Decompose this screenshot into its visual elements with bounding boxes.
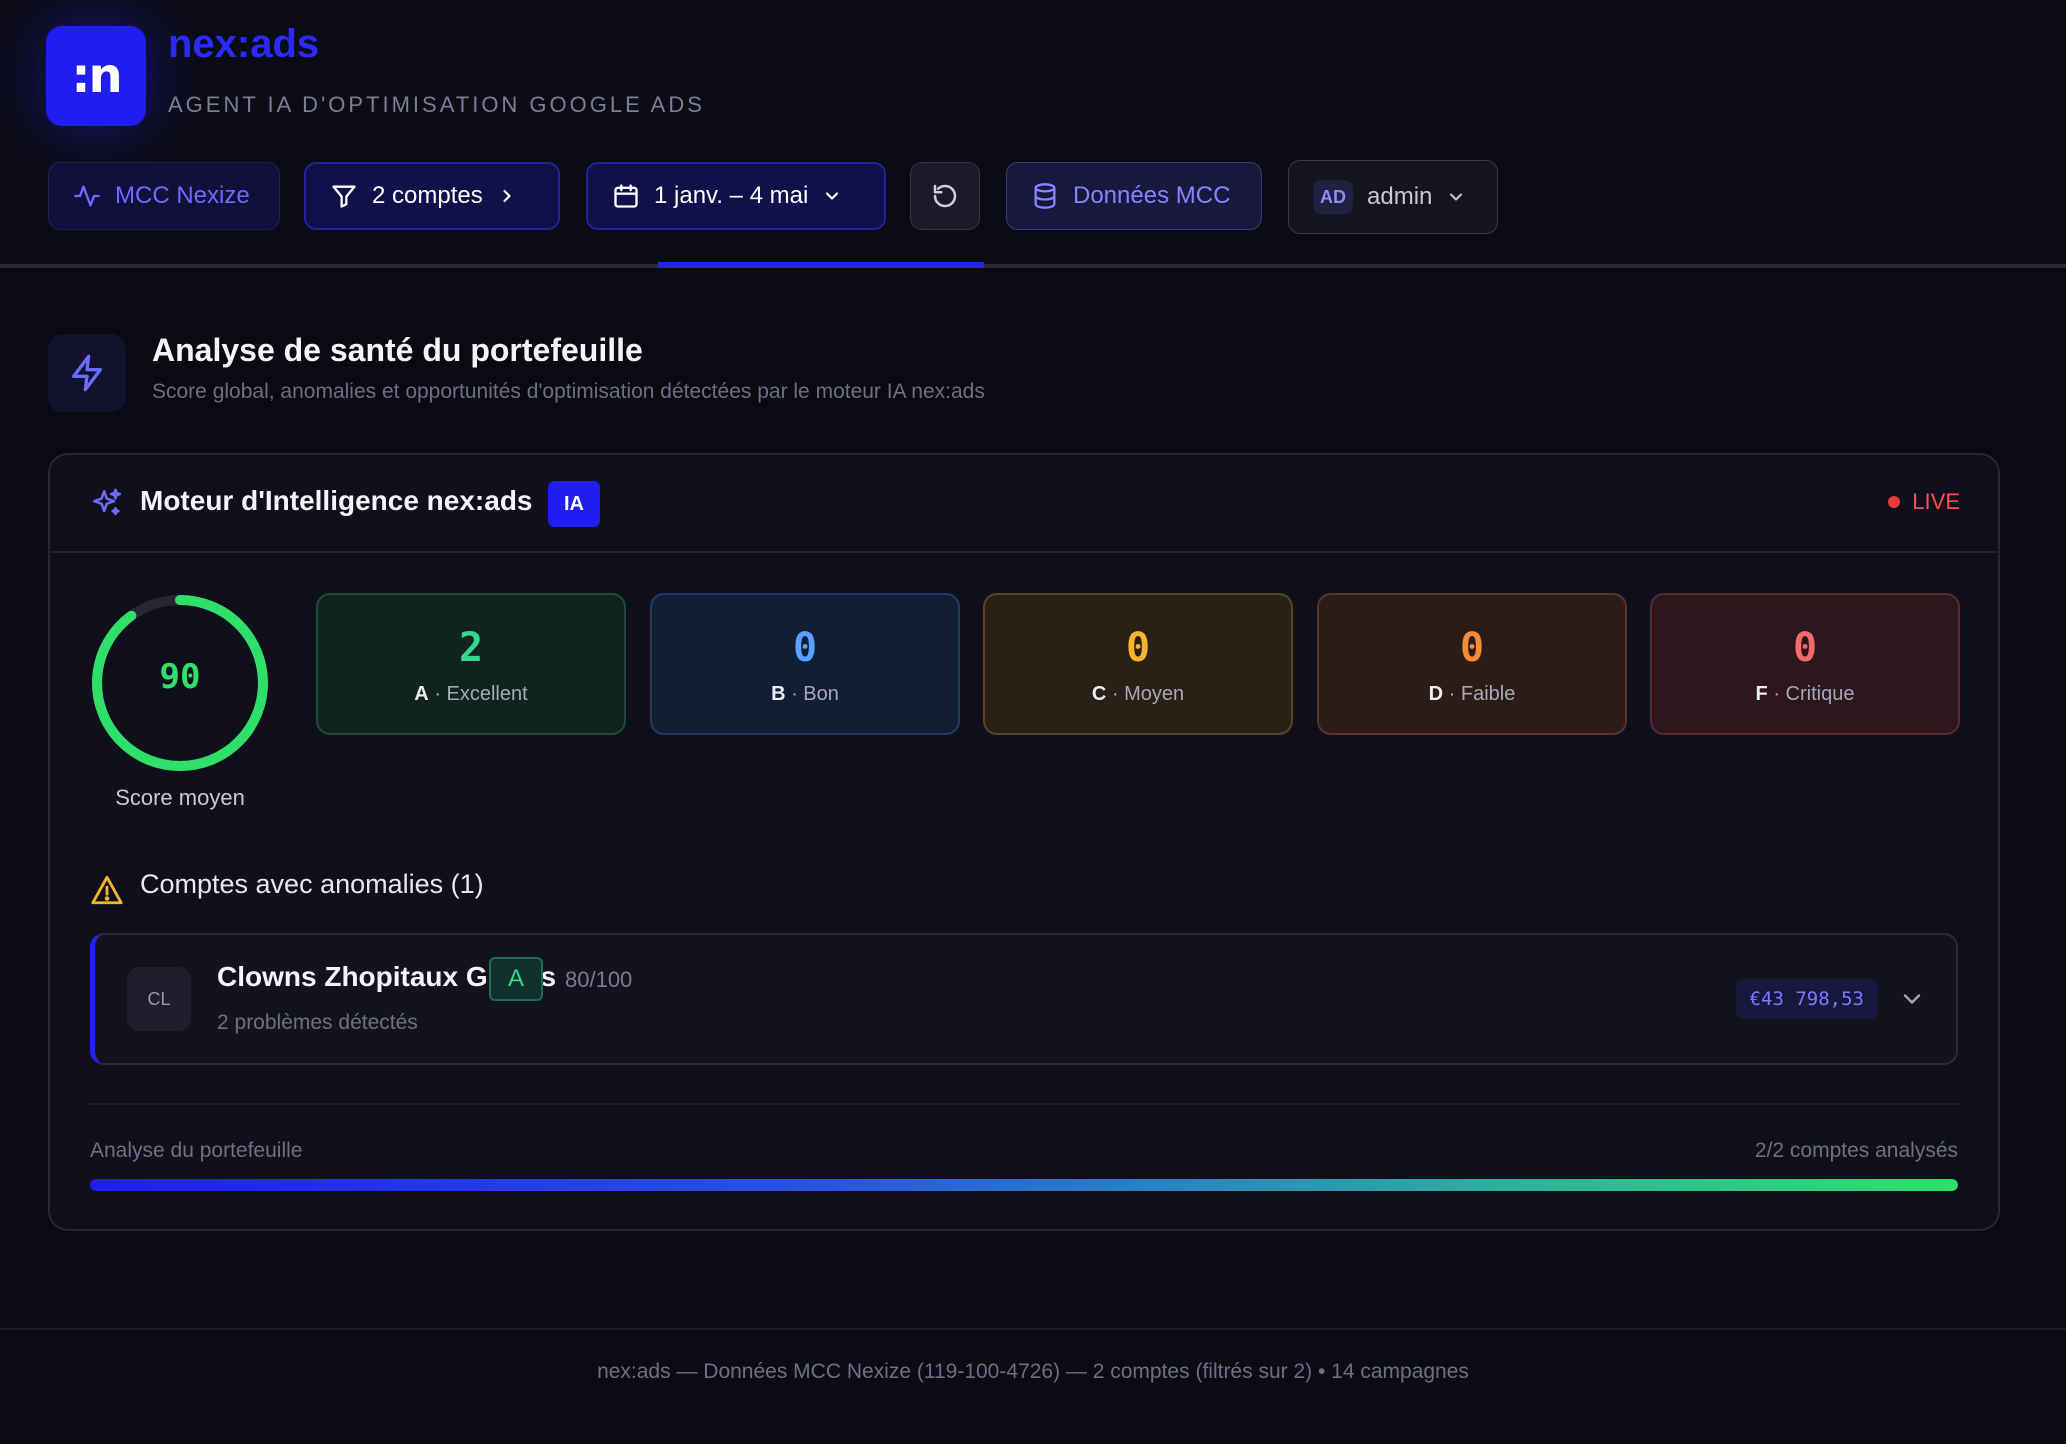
grade-count: 0 xyxy=(1125,625,1151,671)
lightning-icon xyxy=(72,354,103,392)
filter-icon xyxy=(332,185,356,208)
progress-label: Analyse du portefeuille xyxy=(90,1139,303,1162)
grade-card-f[interactable]: 0 F · Critique xyxy=(1650,593,1960,735)
progress-bar xyxy=(90,1179,1958,1191)
account-issues: 2 problèmes détectés xyxy=(217,1011,418,1034)
sparkle-icon xyxy=(92,488,122,516)
activity-icon xyxy=(74,185,100,207)
grade-count: 0 xyxy=(1792,625,1818,671)
grade-label: F · Critique xyxy=(1755,683,1855,705)
progress-fill xyxy=(90,1179,1958,1191)
grade-card-a[interactable]: 2 A · Excellent xyxy=(316,593,626,735)
card-divider xyxy=(90,1103,1958,1105)
score-value: 90 xyxy=(159,657,201,697)
brand-subtitle: AGENT IA D'OPTIMISATION GOOGLE ADS xyxy=(168,92,705,117)
grade-label: D · Faible xyxy=(1428,683,1516,705)
card-header: Moteur d'Intelligence nex:ads IA LIVE xyxy=(50,455,1998,553)
account-avatar: CL xyxy=(127,967,191,1031)
progress-count: 2/2 comptes analysés xyxy=(1754,1139,1958,1162)
app-header: :n nex:ads AGENT IA D'OPTIMISATION GOOGL… xyxy=(0,0,2066,268)
footer: nex:ads — Données MCC Nexize (119-100-47… xyxy=(0,1330,2066,1444)
grade-count: 0 xyxy=(1459,625,1485,671)
account-grade-badge: A xyxy=(489,957,543,1001)
chevron-down-icon xyxy=(1450,193,1463,201)
mcc-data-button[interactable]: Données MCC xyxy=(1006,162,1262,230)
header-divider xyxy=(0,264,2066,268)
date-range-label: 1 janv. – 4 mai xyxy=(654,182,809,209)
brand-name: nex:ads xyxy=(168,22,320,66)
anomalies-title: Comptes avec anomalies (1) xyxy=(140,869,484,899)
avatar: AD xyxy=(1313,180,1353,214)
header-active-indicator xyxy=(658,262,984,268)
refresh-button[interactable] xyxy=(910,162,980,230)
refresh-icon xyxy=(933,184,957,208)
date-range-button[interactable]: 1 janv. – 4 mai xyxy=(586,162,886,230)
chevron-down-icon xyxy=(826,192,839,200)
expand-chevron-icon[interactable] xyxy=(1898,985,1926,1013)
grade-card-d[interactable]: 0 D · Faible xyxy=(1317,593,1627,735)
ia-badge: IA xyxy=(548,481,600,527)
live-dot-icon xyxy=(1888,496,1901,508)
page-subtitle: Score global, anomalies et opportunités … xyxy=(152,380,985,403)
accounts-label: 2 comptes xyxy=(372,182,483,209)
footer-text: nex:ads — Données MCC Nexize (119-100-47… xyxy=(597,1360,1469,1383)
grade-label: B · Bon xyxy=(771,683,839,705)
section-icon-tile xyxy=(48,334,126,412)
grade-count: 0 xyxy=(792,625,818,671)
logo-mark: :n xyxy=(71,48,122,104)
intelligence-engine-card: Moteur d'Intelligence nex:ads IA LIVE 90… xyxy=(48,453,2000,1231)
grade-label: A · Excellent xyxy=(414,683,528,705)
score-label: Score moyen xyxy=(115,785,245,810)
user-name: admin xyxy=(1367,183,1433,210)
account-score: 80/100 xyxy=(565,967,633,992)
accounts-filter-button[interactable]: 2 comptes xyxy=(304,162,560,230)
engine-title: Moteur d'Intelligence nex:ads xyxy=(140,485,533,516)
nexads-logo[interactable]: :n xyxy=(46,26,146,126)
user-menu-button[interactable]: AD admin xyxy=(1288,160,1498,234)
page-title: Analyse de santé du portefeuille xyxy=(152,332,643,368)
grade-count: 2 xyxy=(458,625,484,671)
grade-card-b[interactable]: 0 B · Bon xyxy=(650,593,960,735)
mcc-selector-button[interactable]: MCC Nexize xyxy=(48,162,280,230)
mcc-data-label: Données MCC xyxy=(1073,182,1231,209)
account-spend-badge: €43 798,53 xyxy=(1735,979,1878,1019)
anomaly-account-row[interactable]: CL Clowns Zhopitaux Grants A 80/100 2 pr… xyxy=(90,933,1958,1065)
grade-label: C · Moyen xyxy=(1091,683,1185,705)
warning-icon xyxy=(91,875,123,905)
mcc-label: MCC Nexize xyxy=(115,182,250,209)
grade-card-c[interactable]: 0 C · Moyen xyxy=(983,593,1293,735)
live-status: LIVE xyxy=(1888,489,1960,515)
chevron-right-icon xyxy=(503,189,511,203)
database-icon xyxy=(1034,183,1056,209)
calendar-icon xyxy=(614,184,638,208)
live-label: LIVE xyxy=(1912,489,1960,514)
